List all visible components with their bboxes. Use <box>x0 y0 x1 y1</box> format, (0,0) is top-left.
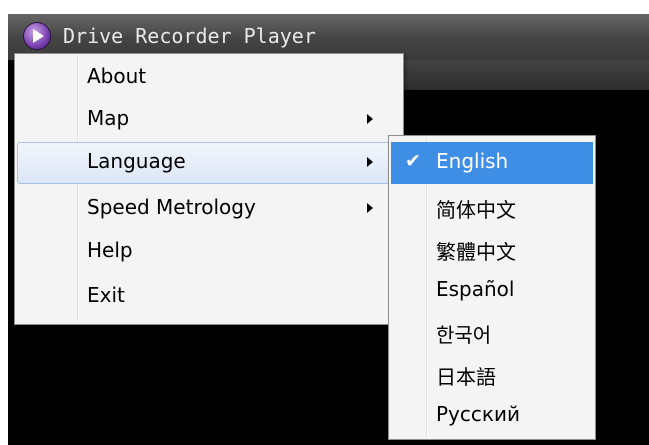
menu-item-label: Exit <box>87 283 125 307</box>
language-submenu: ✔ English 简体中文 繁體中文 Español 한국어 日本語 Русс… <box>388 135 596 440</box>
menu-item-about[interactable]: About <box>17 57 401 99</box>
play-logo-icon[interactable] <box>24 23 50 49</box>
language-item-russian[interactable]: Русский <box>391 395 593 437</box>
menu-item-map[interactable]: Map <box>17 99 401 141</box>
menu-item-language[interactable]: Language <box>17 142 401 184</box>
submenu-arrow-icon <box>367 157 373 167</box>
language-item-english[interactable]: ✔ English <box>391 142 593 184</box>
menu-item-label: Speed Metrology <box>87 195 256 219</box>
menu-item-exit[interactable]: Exit <box>17 276 401 318</box>
menu-item-label: Help <box>87 238 133 262</box>
language-item-label: 简体中文 <box>436 198 516 222</box>
menu-item-help[interactable]: Help <box>17 231 401 273</box>
main-menu: About Map Language Speed Metrology Help … <box>14 53 404 325</box>
language-item-label: 日本語 <box>436 365 496 389</box>
menu-item-label: Language <box>87 149 186 173</box>
language-item-label: Русский <box>436 402 520 426</box>
language-item-label: 한국어 <box>436 323 492 347</box>
language-item-spanish[interactable]: Español <box>391 270 593 312</box>
language-item-label: English <box>436 149 509 173</box>
language-item-traditional-chinese[interactable]: 繁體中文 <box>391 229 593 271</box>
window-title: Drive Recorder Player <box>63 24 316 48</box>
menu-item-speed-metrology[interactable]: Speed Metrology <box>17 188 401 230</box>
language-item-korean[interactable]: 한국어 <box>391 312 593 354</box>
toolbar-area <box>398 60 649 90</box>
language-item-label: 繁體中文 <box>436 240 516 264</box>
language-item-simplified-chinese[interactable]: 简体中文 <box>391 187 593 229</box>
checkmark-icon: ✔ <box>405 150 421 172</box>
menu-item-label: About <box>87 64 147 88</box>
submenu-arrow-icon <box>367 203 373 213</box>
menu-item-label: Map <box>87 106 130 130</box>
language-item-label: Español <box>436 277 515 301</box>
language-item-japanese[interactable]: 日本語 <box>391 354 593 396</box>
submenu-arrow-icon <box>367 114 373 124</box>
